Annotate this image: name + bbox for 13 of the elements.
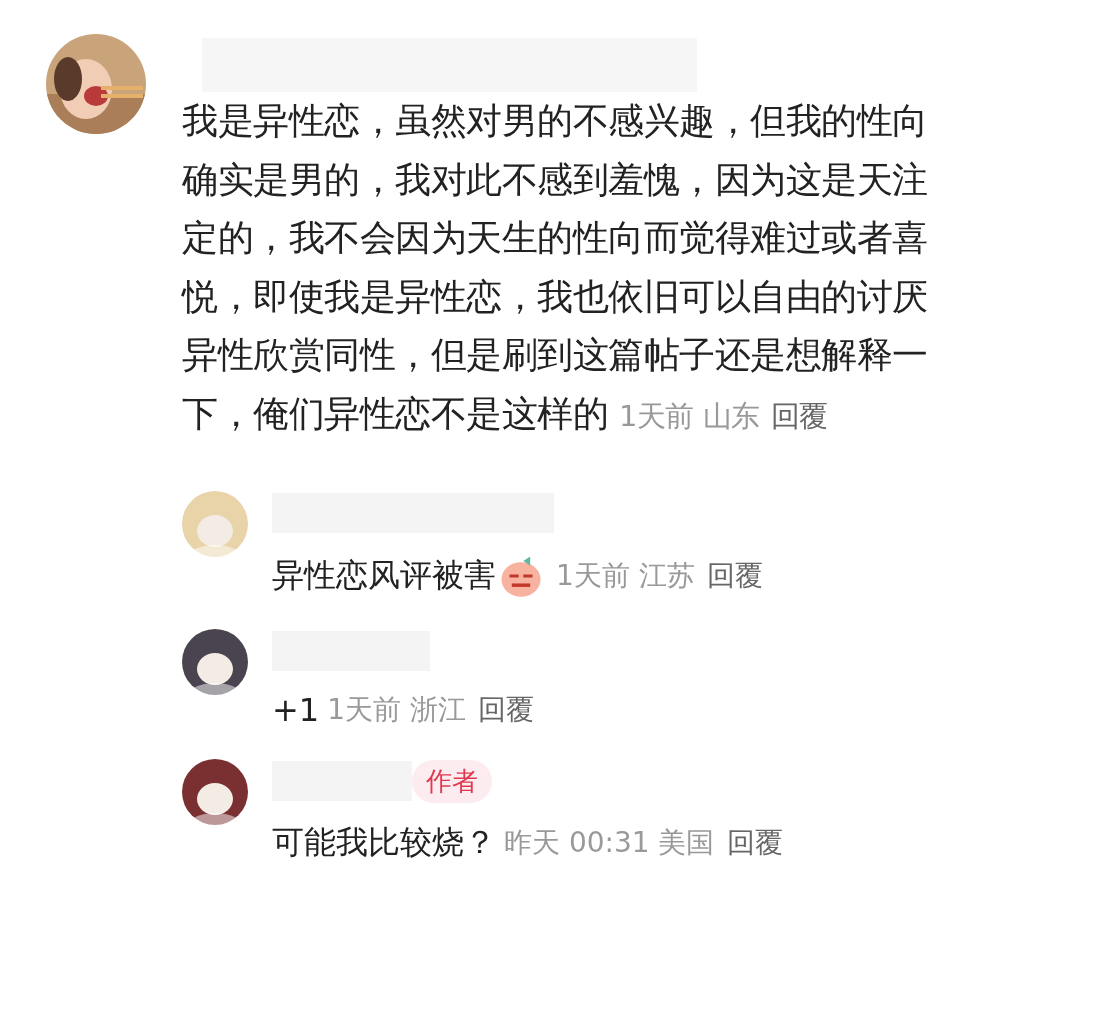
author-badge: 作者 [412, 759, 492, 803]
comment-text: 我是异性恋，虽然对男的不感兴趣，但我的性向确实是男的，我对此不感到羞愧，因为这是天注定的，我不会因为天生的性向而觉得难过或者喜悦，即使我是异性恋，我也依旧可以自由的讨厌异性欣赏同性，但是刷到这篇帖子还是想解释一下，俺们异性恋不是这样的 1天前 山东 回覆 [182, 99, 929, 436]
reply-link[interactable]: 回覆 [770, 398, 828, 433]
reply-meta: 1天前 浙江 [327, 692, 466, 728]
reply-link[interactable]: 回覆 [726, 824, 783, 862]
reply-meta: 1天前 江苏 [556, 558, 695, 594]
reply-link[interactable]: 回覆 [477, 691, 534, 729]
reply-link[interactable]: 回覆 [706, 557, 763, 595]
reply-text: 可能我比较烧？ [272, 822, 496, 863]
comment-meta: 1天前 山东 [618, 398, 760, 433]
reply-meta: 昨天 00:31 美国 [504, 825, 715, 861]
reply-text: 异性恋风评被害 [272, 555, 496, 596]
reply-text: +1 [272, 691, 320, 729]
